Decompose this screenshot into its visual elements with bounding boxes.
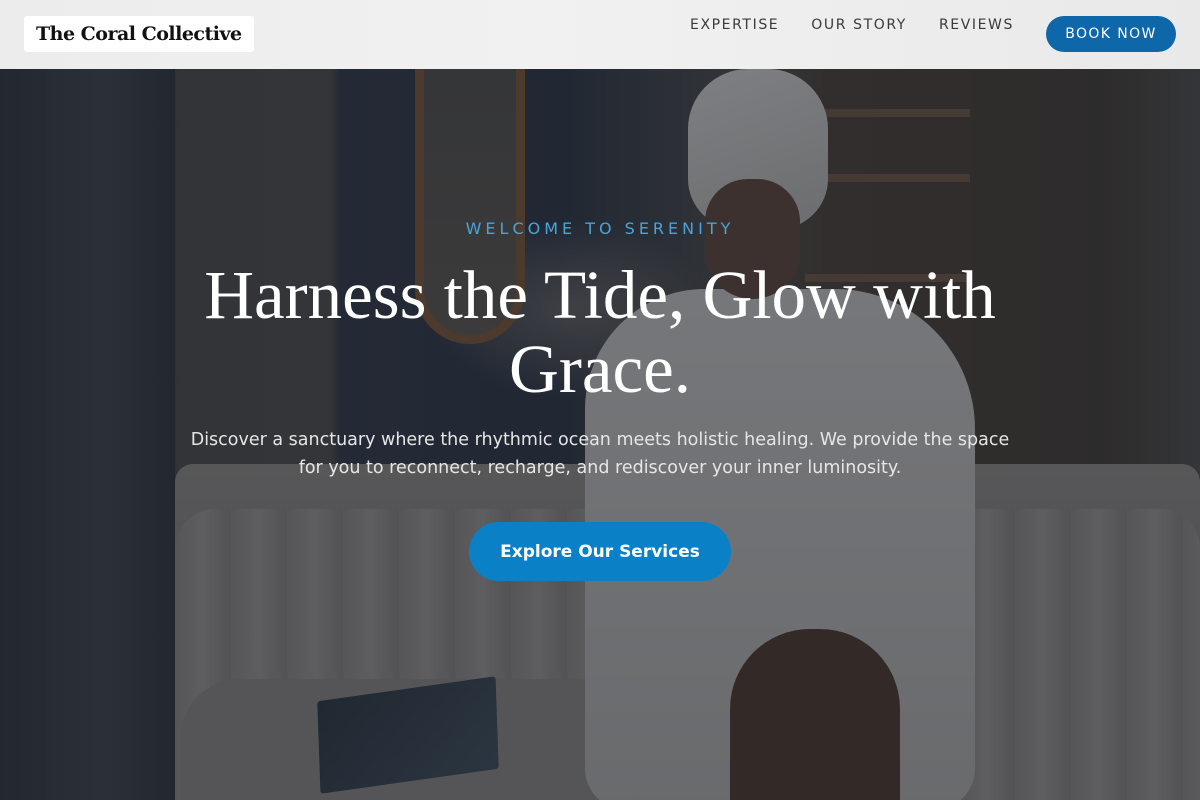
- hero-subtext: Discover a sanctuary where the rhythmic …: [190, 430, 1010, 478]
- hero-headline: Harness the Tide, Glow with Grace.: [204, 257, 996, 407]
- site-header: The Coral Collective EXPERTISE OUR STORY…: [0, 0, 1200, 69]
- site-logo[interactable]: The Coral Collective: [24, 16, 254, 52]
- nav-link-our-story[interactable]: OUR STORY: [811, 17, 907, 33]
- explore-services-button[interactable]: Explore Our Services: [469, 522, 731, 581]
- main-nav: EXPERTISE OUR STORY REVIEWS: [690, 17, 1014, 33]
- hero-eyebrow: WELCOME TO SERENITY: [465, 219, 735, 238]
- nav-link-expertise[interactable]: EXPERTISE: [690, 17, 779, 33]
- nav-link-reviews[interactable]: REVIEWS: [939, 17, 1014, 33]
- book-now-button[interactable]: BOOK NOW: [1046, 16, 1176, 52]
